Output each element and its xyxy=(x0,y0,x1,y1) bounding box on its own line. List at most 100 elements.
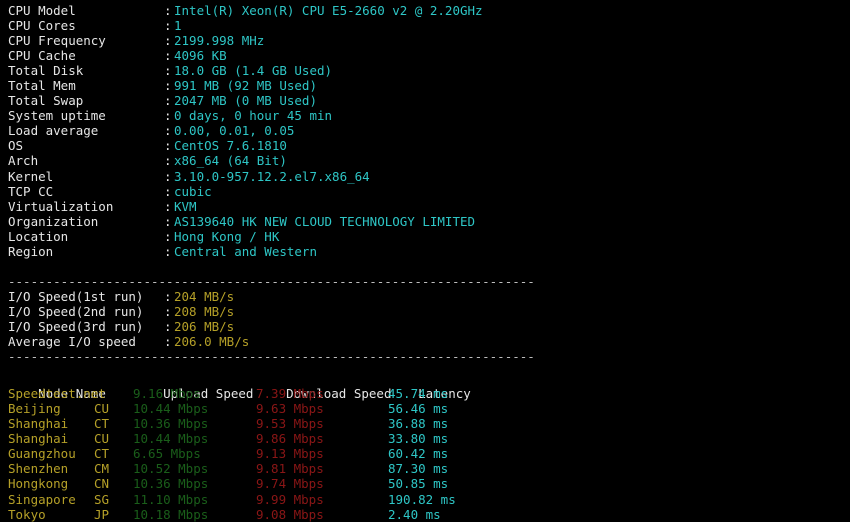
system-info-label: OS xyxy=(8,138,24,154)
download-speed: 7.39 Mbps xyxy=(256,386,324,402)
system-info-row: Kernel:3.10.0-957.12.2.el7.x86_64 xyxy=(8,169,850,184)
colon-separator: : xyxy=(164,213,172,229)
system-info-label: Total Disk xyxy=(8,63,84,79)
colon-separator: : xyxy=(164,93,172,109)
isp-tag: CM xyxy=(94,461,110,477)
colon-separator: : xyxy=(164,153,172,169)
download-speed: 9.81 Mbps xyxy=(256,461,324,477)
system-info-row: CPU Cache:4096 KB xyxy=(8,48,850,63)
system-info-label: Kernel xyxy=(8,168,54,184)
colon-separator: : xyxy=(164,138,172,154)
speedtest-row: Shanghai CU 10.44 Mbps 9.86 Mbps 33.80 ms xyxy=(8,431,850,446)
system-info-label: Virtualization xyxy=(8,198,114,214)
system-info-row: CPU Model: Intel(R) Xeon(R) CPU E5-2660 v… xyxy=(8,3,850,18)
colon-separator: : xyxy=(164,288,172,304)
latency: 2.40 ms xyxy=(388,506,441,522)
system-info-row: Total Mem:991 MB (92 MB Used) xyxy=(8,78,850,93)
system-info-value: Hong Kong / HK xyxy=(174,228,280,244)
speedtest-row: Shenzhen CM 10.52 Mbps 9.81 Mbps 87.30 ms xyxy=(8,461,850,476)
system-info-value: 3.10.0-957.12.2.el7.x86_64 xyxy=(174,168,370,184)
system-info-value: AS139640 HK NEW CLOUD TECHNOLOGY LIMITED xyxy=(174,213,476,229)
system-info-row: Organization: AS139640 HK NEW CLOUD TECHN… xyxy=(8,214,850,229)
system-info-row: Arch: x86_64 (64 Bit) xyxy=(8,153,850,168)
io-test-block: I/O Speed(1st run):204 MB/s I/O Speed(2nd… xyxy=(8,289,850,349)
latency: 33.80 ms xyxy=(388,431,449,447)
io-speed-row: I/O Speed(1st run):204 MB/s xyxy=(8,289,850,304)
upload-speed: 10.36 Mbps xyxy=(133,416,209,432)
latency: 45.74 ms xyxy=(388,386,449,402)
upload-speed: 11.10 Mbps xyxy=(133,491,209,507)
terminal-window: CPU Model: Intel(R) Xeon(R) CPU E5-2660 v… xyxy=(0,0,850,522)
system-info-label: CPU Model xyxy=(8,3,76,18)
system-info-value: 18.0 GB (1.4 GB Used) xyxy=(174,63,333,79)
node-name: Hongkong xyxy=(8,476,69,492)
colon-separator: : xyxy=(164,334,172,350)
isp-tag: CT xyxy=(94,446,110,462)
system-info-value: 0 days, 0 hour 45 min xyxy=(174,108,333,124)
system-info-value: 4096 KB xyxy=(174,48,227,64)
speedtest-row: Speedtest.net 9.16 Mbps 7.39 Mbps 45.74 ms xyxy=(8,386,850,401)
node-name: Beijing xyxy=(8,401,61,417)
speedtest-row: Beijing CU 10.44 Mbps 9.63 Mbps 56.46 ms xyxy=(8,401,850,416)
node-name: Shanghai xyxy=(8,416,69,432)
system-info-value: Intel(R) Xeon(R) CPU E5-2660 v2 @ 2.20GH… xyxy=(174,3,483,18)
download-speed: 9.08 Mbps xyxy=(256,506,324,522)
system-info-label: CPU Cache xyxy=(8,48,76,64)
isp-tag: CN xyxy=(94,476,110,492)
colon-separator: : xyxy=(164,63,172,79)
system-info-row: System uptime:0 days, 0 hour 45 min xyxy=(8,108,850,123)
system-info-value: cubic xyxy=(174,183,212,199)
system-info-row: Virtualization: KVM xyxy=(8,199,850,214)
io-speed-label: I/O Speed(3rd run) xyxy=(8,318,144,334)
upload-speed: 6.65 Mbps xyxy=(133,446,201,462)
system-info-label: Total Mem xyxy=(8,78,76,94)
divider-line-top: ----------------------------------------… xyxy=(8,273,535,289)
speedtest-rows: Speedtest.net 9.16 Mbps 7.39 Mbps 45.74 ms B… xyxy=(8,386,850,521)
speedtest-header-row: Node Name Upload Speed Download Speed Laten… xyxy=(8,371,850,401)
latency: 190.82 ms xyxy=(388,491,456,507)
latency: 60.42 ms xyxy=(388,446,449,462)
colon-separator: : xyxy=(164,183,172,199)
system-info-value: 0.00, 0.01, 0.05 xyxy=(174,123,295,139)
io-speed-row: I/O Speed(2nd run):208 MB/s xyxy=(8,304,850,319)
isp-tag: JP xyxy=(94,506,110,522)
io-speed-label: I/O Speed(2nd run) xyxy=(8,303,144,319)
speedtest-row: Singapore SG 11.10 Mbps 9.99 Mbps 190.82 ms xyxy=(8,492,850,507)
system-info-label: Total Swap xyxy=(8,93,84,109)
io-speed-label: I/O Speed(1st run) xyxy=(8,288,144,304)
system-info-label: Load average xyxy=(8,123,99,139)
system-info-row: Load average:0.00, 0.01, 0.05 xyxy=(8,123,850,138)
node-name: Speedtest.net xyxy=(8,386,106,402)
colon-separator: : xyxy=(164,228,172,244)
system-info-label: CPU Frequency xyxy=(8,33,106,49)
system-info-value: Central and Western xyxy=(174,243,317,259)
system-info-label: System uptime xyxy=(8,108,106,124)
node-name: Tokyo xyxy=(8,506,46,522)
colon-separator: : xyxy=(164,123,172,139)
colon-separator: : xyxy=(164,78,172,94)
speedtest-row: Tokyo JP 10.18 Mbps 9.08 Mbps 2.40 ms xyxy=(8,507,850,522)
colon-separator: : xyxy=(164,108,172,124)
system-info-value: x86_64 (64 Bit) xyxy=(174,153,287,169)
latency: 36.88 ms xyxy=(388,416,449,432)
node-name: Shenzhen xyxy=(8,461,69,477)
colon-separator: : xyxy=(164,168,172,184)
isp-tag: CU xyxy=(94,401,110,417)
download-speed: 9.99 Mbps xyxy=(256,491,324,507)
system-info-value: 1 xyxy=(174,18,182,34)
speedtest-row: Hongkong CN 10.36 Mbps 9.74 Mbps 50.85 ms xyxy=(8,476,850,491)
upload-speed: 10.36 Mbps xyxy=(133,476,209,492)
download-speed: 9.63 Mbps xyxy=(256,401,324,417)
colon-separator: : xyxy=(164,3,172,18)
system-info-block: CPU Model: Intel(R) Xeon(R) CPU E5-2660 v… xyxy=(8,3,850,259)
system-info-label: Region xyxy=(8,243,54,259)
upload-speed: 10.52 Mbps xyxy=(133,461,209,477)
system-info-label: Arch xyxy=(8,153,39,169)
speedtest-row: Guangzhou CT 6.65 Mbps 9.13 Mbps 60.42 ms xyxy=(8,446,850,461)
colon-separator: : xyxy=(164,318,172,334)
upload-speed: 10.44 Mbps xyxy=(133,401,209,417)
node-name: Singapore xyxy=(8,491,76,507)
io-speed-label: Average I/O speed xyxy=(8,334,136,350)
